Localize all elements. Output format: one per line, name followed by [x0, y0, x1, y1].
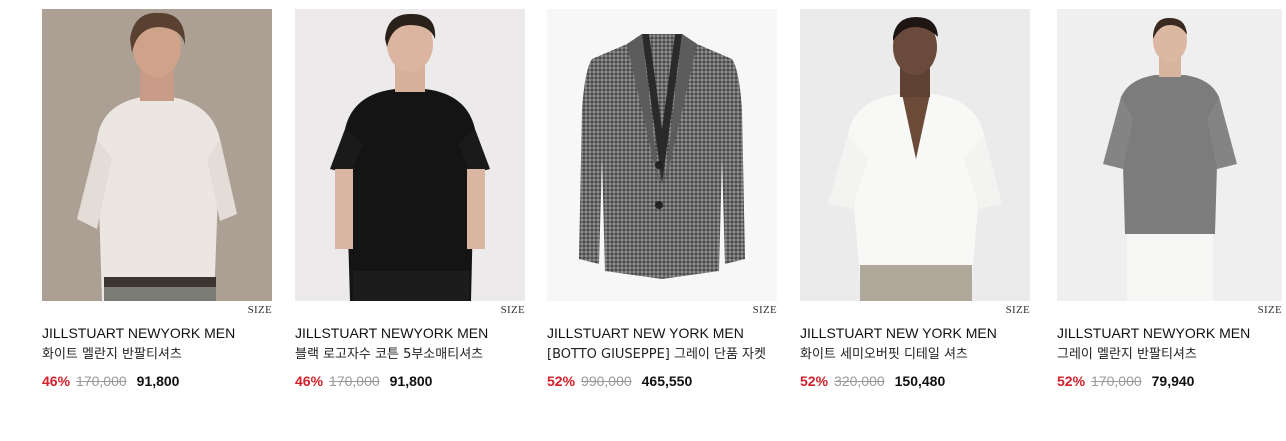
sale-price: 465,550: [641, 373, 693, 389]
original-price: 170,000: [1091, 373, 1142, 389]
discount-rate: 46%: [42, 373, 71, 389]
product-image[interactable]: [42, 9, 272, 301]
discount-rate: 52%: [547, 373, 576, 389]
size-label[interactable]: SIZE: [295, 303, 525, 317]
sale-price: 91,800: [136, 373, 180, 389]
size-label[interactable]: SIZE: [547, 303, 777, 317]
product-card[interactable]: SIZE JILLSTUART NEWYORK MEN 화이트 멜란지 반팔티셔…: [42, 9, 272, 390]
product-brand[interactable]: JILLSTUART NEWYORK MEN: [295, 324, 525, 342]
discount-rate: 46%: [295, 373, 324, 389]
original-price: 320,000: [834, 373, 885, 389]
original-price: 170,000: [329, 373, 380, 389]
product-image[interactable]: [1057, 9, 1282, 301]
product-name[interactable]: 블랙 로고자수 코튼 5부소매티셔츠: [295, 346, 525, 363]
product-name[interactable]: 화이트 세미오버핏 디테일 셔츠: [800, 346, 1030, 363]
product-image[interactable]: [800, 9, 1030, 301]
product-brand[interactable]: JILLSTUART NEW YORK MEN: [800, 324, 1030, 342]
price-row: 52% 990,000 465,550: [547, 372, 777, 390]
product-name[interactable]: [BOTTO GIUSEPPE] 그레이 단품 자켓: [547, 346, 777, 363]
product-card[interactable]: SIZE JILLSTUART NEWYORK MEN 블랙 로고자수 코튼 5…: [295, 9, 525, 390]
price-row: 46% 170,000 91,800: [42, 372, 272, 390]
product-brand[interactable]: JILLSTUART NEWYORK MEN: [1057, 324, 1282, 342]
size-label[interactable]: SIZE: [800, 303, 1030, 317]
discount-rate: 52%: [800, 373, 829, 389]
product-brand[interactable]: JILLSTUART NEW YORK MEN: [547, 324, 777, 342]
size-label[interactable]: SIZE: [42, 303, 272, 317]
sale-price: 150,480: [894, 373, 946, 389]
product-card[interactable]: SIZE JILLSTUART NEW YORK MEN [BOTTO GIUS…: [547, 9, 777, 390]
product-card[interactable]: SIZE JILLSTUART NEW YORK MEN 화이트 세미오버핏 디…: [800, 9, 1030, 390]
original-price: 170,000: [76, 373, 127, 389]
original-price: 990,000: [581, 373, 632, 389]
product-image[interactable]: [295, 9, 525, 301]
product-card[interactable]: SIZE JILLSTUART NEWYORK MEN 그레이 멜란지 반팔티셔…: [1057, 9, 1282, 390]
sale-price: 79,940: [1151, 373, 1195, 389]
discount-rate: 52%: [1057, 373, 1086, 389]
size-label[interactable]: SIZE: [1057, 303, 1282, 317]
price-row: 52% 320,000 150,480: [800, 372, 1030, 390]
product-name[interactable]: 그레이 멜란지 반팔티셔츠: [1057, 346, 1282, 363]
sale-price: 91,800: [389, 373, 433, 389]
product-name[interactable]: 화이트 멜란지 반팔티셔츠: [42, 346, 272, 363]
product-image[interactable]: [547, 9, 777, 301]
product-brand[interactable]: JILLSTUART NEWYORK MEN: [42, 324, 272, 342]
price-row: 46% 170,000 91,800: [295, 372, 525, 390]
product-grid: SIZE JILLSTUART NEWYORK MEN 화이트 멜란지 반팔티셔…: [0, 0, 1286, 441]
price-row: 52% 170,000 79,940: [1057, 372, 1282, 390]
